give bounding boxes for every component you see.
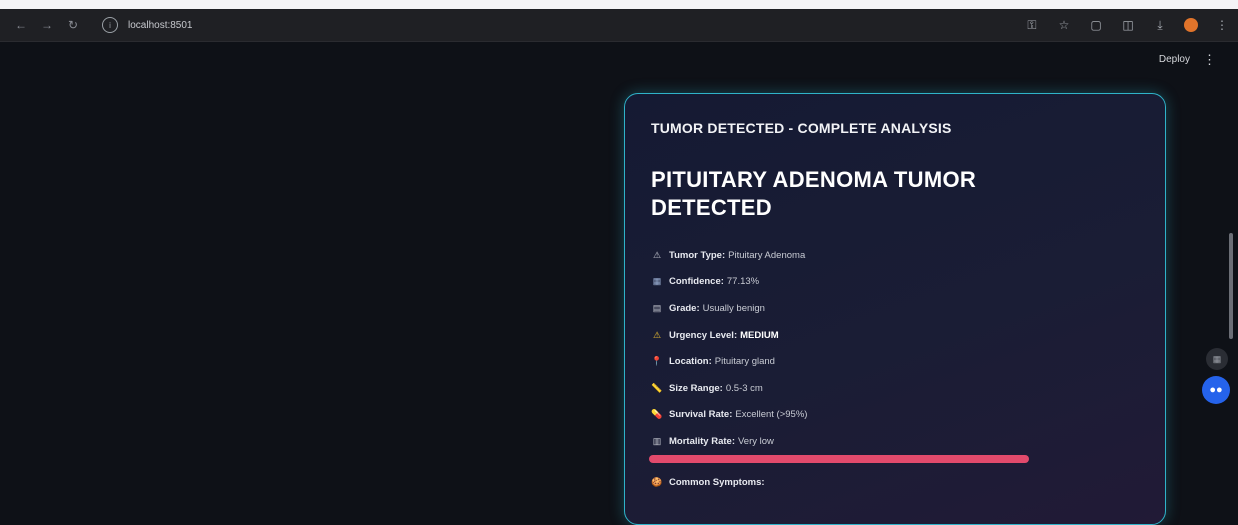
detail-row-survival: 💊 Survival Rate: Excellent (>95%) [651,402,807,429]
detail-value: Usually benign [702,302,765,314]
sidebar-icon[interactable]: ◫ [1120,18,1136,32]
detail-label: Grade: [669,302,700,314]
detail-label: Urgency Level: [669,329,738,341]
analysis-card: TUMOR DETECTED - COMPLETE ANALYSIS PITUI… [624,93,1166,525]
window-top-strip [0,0,1238,9]
card-header: TUMOR DETECTED - COMPLETE ANALYSIS [651,120,952,136]
detail-label: Location: [669,356,712,368]
detail-value: 77.13% [726,276,760,288]
star-icon[interactable]: ☆ [1056,18,1072,32]
site-info-icon[interactable]: i [102,17,118,33]
warning-icon: ⚠ [652,329,662,340]
details-list: ⚠ Tumor Type: Pituitary Adenoma ▦ Confid… [651,242,807,455]
back-icon[interactable]: ← [12,16,30,34]
pill-icon: 💊 [651,409,663,420]
common-symptoms-heading: 🍪 Common Symptoms: [651,477,765,488]
detail-row-mortality: ▥ Mortality Rate: Very low [651,428,807,455]
detail-value: Pituitary gland [714,356,775,368]
browser-toolbar: ← → ↻ i localhost:8501 ⚿ ☆ ▢ ◫ ⤓ ⋮ [0,9,1238,42]
detail-row-confidence: ▦ Confidence: 77.13% [651,269,807,296]
chart-icon: ▦ [652,276,662,287]
reload-icon[interactable]: ↻ [64,16,82,34]
forward-icon[interactable]: → [38,16,56,34]
detail-row-location: 📍 Location: Pituitary gland [651,348,807,375]
extensions-icon[interactable]: ▢ [1088,18,1104,32]
detail-label: Confidence: [669,276,724,288]
warning-outline-icon: ⚠ [652,249,662,260]
scrollbar-thumb[interactable] [1229,233,1233,339]
detail-row-tumor-type: ⚠ Tumor Type: Pituitary Adenoma [651,242,807,269]
address-bar[interactable]: i localhost:8501 [102,14,1012,36]
location-pin-icon: 📍 [651,356,663,367]
grid-icon[interactable]: ▦ [1206,348,1228,370]
download-icon[interactable]: ⤓ [1152,18,1168,33]
detail-value: Pituitary Adenoma [728,249,806,261]
detail-value: Excellent (>95%) [735,409,808,421]
ruler-icon: 📏 [651,382,663,393]
detail-value: MEDIUM [740,329,779,341]
detail-label: Mortality Rate: [669,435,735,447]
detail-label: Size Range: [669,382,723,394]
detail-row-grade: ▤ Grade: Usually benign [651,295,807,322]
profile-avatar[interactable] [1184,18,1198,32]
detail-label: Survival Rate: [669,409,733,421]
key-icon[interactable]: ⚿ [1024,18,1040,33]
card-title: PITUITARY ADENOMA TUMOR DETECTED [651,167,977,220]
detail-row-urgency: ⚠ Urgency Level: MEDIUM [651,322,807,349]
app-menu-icon[interactable]: ⋮ [1203,52,1216,68]
detail-label: Tumor Type: [669,249,726,261]
cookie-icon: 🍪 [651,477,663,487]
url-text[interactable]: localhost:8501 [128,20,193,31]
detail-value: Very low [737,435,774,447]
chat-icon[interactable]: ●● [1202,376,1230,404]
stats-icon: ▥ [652,435,662,446]
symptoms-label: Common Symptoms: [669,477,765,488]
detail-value: 0.5-3 cm [725,382,763,394]
progress-bar [649,455,1029,463]
deploy-button[interactable]: Deploy [1159,54,1190,65]
clipboard-icon: ▤ [652,302,662,313]
detail-row-size: 📏 Size Range: 0.5-3 cm [651,375,807,402]
menu-icon[interactable]: ⋮ [1214,18,1230,32]
